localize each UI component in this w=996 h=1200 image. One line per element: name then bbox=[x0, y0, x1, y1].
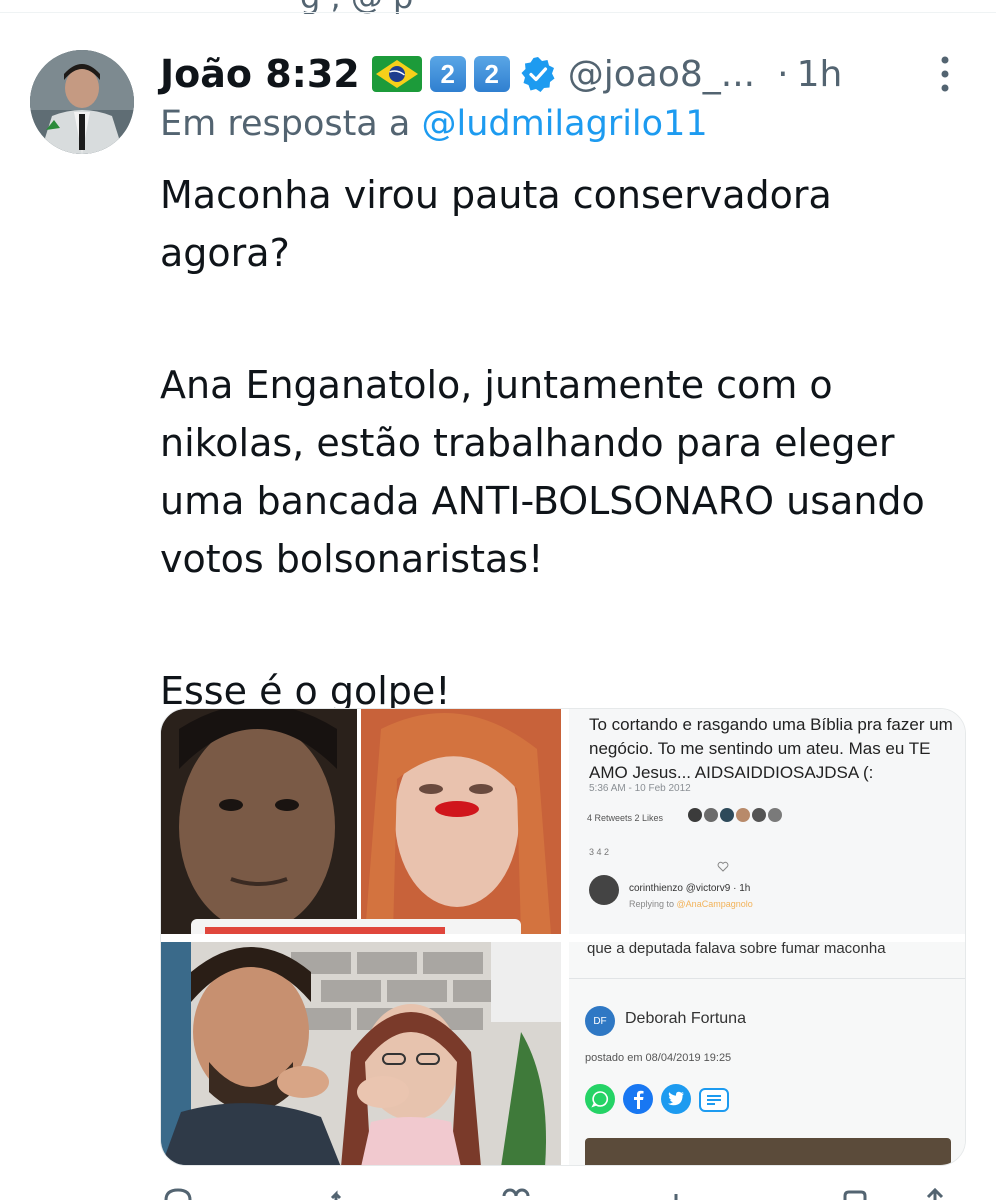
like-icon[interactable] bbox=[496, 1186, 536, 1200]
verified-badge-icon[interactable] bbox=[520, 56, 556, 92]
keycap-two-icon: 2 bbox=[473, 56, 510, 92]
author-name[interactable]: João 8:32 bbox=[160, 52, 360, 96]
tweet-paragraph: Maconha virou pauta conservadora agora? bbox=[160, 173, 832, 275]
like-icon bbox=[717, 861, 729, 872]
share-icon[interactable] bbox=[920, 1186, 950, 1200]
twitter-icon bbox=[661, 1084, 691, 1114]
article-posted-date: postado em 08/04/2019 19:25 bbox=[585, 1052, 732, 1064]
article-author: Deborah Fortuna bbox=[625, 1010, 746, 1027]
avatar[interactable] bbox=[30, 50, 134, 154]
keycap-two-icon: 2 bbox=[429, 56, 466, 92]
avatar-image bbox=[30, 50, 134, 154]
reply-context: Em resposta a @ludmilagrilo11 bbox=[160, 104, 708, 144]
tweet-action-bar bbox=[160, 1186, 950, 1200]
portraits-image bbox=[161, 709, 561, 934]
more-options-icon[interactable] bbox=[932, 54, 958, 94]
screenshot-stats: 4 Retweets 2 Likes bbox=[587, 813, 664, 823]
reply-icon[interactable] bbox=[160, 1186, 196, 1200]
media-photo-portraits[interactable] bbox=[161, 709, 561, 934]
screenshot-actions: 3 4 2 bbox=[589, 847, 610, 857]
retweeter-avatars bbox=[688, 808, 782, 822]
author-handle[interactable]: @joao8_... bbox=[568, 54, 755, 95]
reply-prefix: Em resposta a bbox=[160, 104, 411, 144]
reply-avatar bbox=[589, 875, 619, 905]
article-headline: que a deputada falava sobre fumar maconh… bbox=[587, 942, 886, 957]
tweet-time[interactable]: 1h bbox=[797, 54, 843, 95]
message-icon bbox=[699, 1088, 729, 1112]
views-icon[interactable] bbox=[666, 1186, 686, 1200]
divider bbox=[0, 12, 996, 13]
bookmark-icon[interactable] bbox=[840, 1186, 870, 1200]
tweet-header: João 8:32 2 2 @joao8_... · 1h bbox=[160, 44, 980, 104]
media-photo-couple[interactable] bbox=[161, 942, 561, 1165]
brazil-flag-icon bbox=[371, 56, 422, 92]
author-initials-badge: DF bbox=[585, 1006, 615, 1036]
screenshot-tweet-text: To cortando e rasgando uma Bíblia pra fa… bbox=[589, 715, 953, 782]
tweet-text: Maconha virou pauta conservadora agora? … bbox=[160, 166, 960, 720]
reply-mention-link[interactable]: @ludmilagrilo11 bbox=[421, 104, 707, 144]
media-article-screenshot[interactable]: que a deputada falava sobre fumar maconh… bbox=[569, 942, 965, 1165]
whatsapp-icon bbox=[585, 1084, 615, 1114]
couple-photo-image bbox=[161, 942, 561, 1165]
separator-dot: · bbox=[777, 53, 789, 95]
tweet-paragraph: Ana Enganatolo, juntamente com o nikolas… bbox=[160, 363, 925, 581]
retweet-icon[interactable] bbox=[328, 1186, 368, 1200]
media-tweet-screenshot[interactable]: To cortando e rasgando uma Bíblia pra fa… bbox=[569, 709, 965, 934]
screenshot-replying: Replying to @AnaCampagnolo bbox=[629, 899, 753, 909]
screenshot-reply-user: corinthienzo @victorv9 · 1h bbox=[629, 883, 751, 894]
divider bbox=[569, 978, 965, 979]
screenshot-date: 5:36 AM - 10 Feb 2012 bbox=[589, 783, 691, 794]
media-grid: To cortando e rasgando uma Bíblia pra fa… bbox=[160, 708, 966, 1166]
article-photo bbox=[585, 1138, 951, 1165]
facebook-icon bbox=[623, 1084, 653, 1114]
